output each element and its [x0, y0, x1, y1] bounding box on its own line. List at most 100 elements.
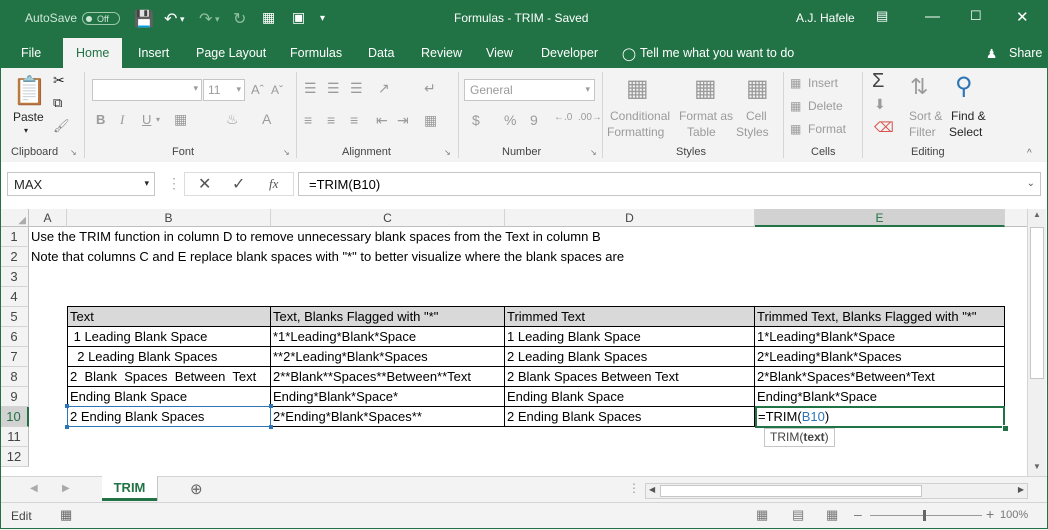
table-cell[interactable]: Ending*Blank*Space* — [271, 387, 505, 407]
table-cell[interactable]: 2 Blank Spaces Between Text — [68, 367, 271, 387]
column-header-b[interactable]: B — [67, 209, 271, 227]
font-size-box[interactable]: 11 ▾ — [203, 79, 245, 101]
number-format-box[interactable]: General ▾ — [464, 79, 595, 101]
table-cell[interactable]: 2**Blank**Spaces**Between**Text — [271, 367, 505, 387]
font-size-dropdown-icon[interactable]: ▾ — [236, 84, 241, 95]
tab-formulas[interactable]: Formulas — [290, 46, 342, 60]
autosum-icon[interactable]: Σ — [872, 70, 884, 93]
row-header-4[interactable]: 4 — [0, 287, 29, 307]
row-header-8[interactable]: 8 — [0, 367, 29, 387]
table-cell[interactable]: 2 Leading Blank Spaces — [68, 347, 271, 367]
refresh-icon[interactable]: ↻ — [233, 9, 246, 29]
row-header-3[interactable]: 3 — [0, 267, 29, 287]
underline-button[interactable]: U — [142, 112, 151, 127]
save-icon[interactable]: 💾 — [134, 9, 154, 29]
formula-bar-grip-icon[interactable]: ⋮ — [167, 175, 181, 192]
shrink-font-icon[interactable]: Aˇ — [271, 83, 283, 97]
user-name[interactable]: A.J. Hafele — [796, 11, 855, 25]
name-box-dropdown-icon[interactable]: ▾ — [144, 178, 149, 189]
normal-view-icon[interactable]: ▦ — [756, 507, 768, 523]
paste-icon[interactable]: 📋 — [12, 74, 47, 107]
cut-icon[interactable]: ✂ — [53, 72, 65, 89]
horizontal-scroll-thumb[interactable] — [660, 485, 922, 497]
zoom-slider-thumb[interactable] — [923, 510, 926, 521]
decrease-indent-icon[interactable]: ⇤ — [376, 112, 388, 129]
comma-button[interactable]: 9 — [530, 112, 538, 128]
form-icon[interactable]: ▣ — [292, 9, 305, 26]
close-icon[interactable]: ✕ — [1016, 8, 1029, 26]
conditional-formatting-icon[interactable]: ▦ — [626, 74, 649, 103]
conditional-formatting-label[interactable]: Conditional — [610, 109, 670, 123]
select-all-corner[interactable]: ◢ — [0, 209, 29, 227]
paste-button[interactable]: Paste — [13, 110, 44, 124]
table-cell[interactable]: 2*Ending*Blank*Spaces** — [271, 407, 505, 427]
number-launcher-icon[interactable]: ↘ — [590, 148, 597, 157]
tab-view[interactable]: View — [486, 46, 513, 60]
add-sheet-icon[interactable]: ⊕ — [190, 480, 203, 498]
table-cell[interactable]: 1 Leading Blank Space — [68, 327, 271, 347]
row-header-5[interactable]: 5 — [0, 307, 29, 327]
column-header-c[interactable]: C — [271, 209, 505, 227]
clear-icon[interactable]: ⌫ — [874, 119, 894, 136]
ref-handle[interactable] — [269, 404, 273, 408]
name-box[interactable]: MAX ▾ — [7, 172, 155, 196]
increase-indent-icon[interactable]: ⇥ — [397, 112, 409, 129]
alignment-launcher-icon[interactable]: ↘ — [444, 148, 451, 157]
scroll-down-icon[interactable]: ▼ — [1033, 462, 1041, 471]
enter-icon[interactable]: ✓ — [232, 174, 245, 194]
redo-icon[interactable]: ↷ — [199, 9, 212, 29]
table-cell[interactable]: 2 Blank Spaces Between Text — [505, 367, 755, 387]
sort-filter-label2[interactable]: Filter — [909, 125, 936, 139]
active-cell-e10[interactable]: =TRIM(B10) — [755, 406, 1005, 428]
ref-handle[interactable] — [269, 425, 273, 429]
table-cell[interactable]: **2*Leading*Blank*Spaces — [271, 347, 505, 367]
tab-developer[interactable]: Developer — [541, 46, 598, 60]
delete-cells-button[interactable]: Delete — [808, 99, 843, 113]
tab-file[interactable]: File — [21, 46, 41, 60]
zoom-slider[interactable] — [870, 515, 982, 516]
italic-button[interactable]: I — [120, 112, 124, 128]
tell-me-input[interactable]: Tell me what you want to do — [640, 46, 794, 60]
tab-page-layout[interactable]: Page Layout — [196, 46, 266, 60]
font-color-icon[interactable]: A — [262, 111, 271, 127]
tooltip-arg[interactable]: text — [803, 430, 824, 444]
customize-qat-icon[interactable]: ▾ — [320, 13, 325, 24]
grow-font-icon[interactable]: Aˆ — [251, 82, 264, 97]
vertical-scroll-thumb[interactable] — [1030, 227, 1044, 379]
percent-button[interactable]: % — [504, 112, 516, 128]
align-top-icon[interactable]: ☰ — [304, 80, 317, 97]
row-header-7[interactable]: 7 — [0, 347, 29, 367]
table-header-cell[interactable]: Text — [68, 307, 271, 327]
format-cells-icon[interactable]: ▦ — [790, 122, 801, 136]
tab-split-grip-icon[interactable]: ⋮ — [628, 481, 640, 495]
zoom-level[interactable]: 100% — [1000, 509, 1028, 521]
underline-dropdown-icon[interactable]: ▾ — [156, 115, 160, 124]
delete-cells-icon[interactable]: ▦ — [790, 99, 801, 113]
fill-color-icon[interactable]: ♨ — [226, 111, 239, 128]
table-cell[interactable]: 2 Leading Blank Spaces — [505, 347, 755, 367]
zoom-out-icon[interactable]: – — [854, 506, 862, 522]
cell-a2[interactable]: Note that columns C and E replace blank … — [29, 247, 624, 267]
align-right-icon[interactable]: ≡ — [350, 112, 358, 128]
row-header-12[interactable]: 12 — [0, 447, 29, 467]
table-cell[interactable]: Ending Blank Space — [505, 387, 755, 407]
bold-button[interactable]: B — [96, 112, 105, 127]
table-cell[interactable]: Ending*Blank*Space — [755, 387, 1005, 407]
table-cell[interactable]: 2 Ending Blank Spaces — [505, 407, 755, 427]
orientation-icon[interactable]: ↗ — [378, 80, 390, 97]
insert-cells-button[interactable]: Insert — [808, 76, 838, 90]
insert-cells-icon[interactable]: ▦ — [790, 76, 801, 90]
column-header-d[interactable]: D — [505, 209, 755, 227]
trim-icon[interactable]: ▦ — [262, 9, 275, 26]
undo-dropdown-icon[interactable]: ▾ — [180, 14, 185, 25]
row-header-10[interactable]: 10 — [0, 407, 29, 427]
clipboard-launcher-icon[interactable]: ↘ — [70, 148, 77, 157]
align-left-icon[interactable]: ≡ — [304, 112, 312, 128]
scroll-up-icon[interactable]: ▲ — [1033, 210, 1041, 219]
maximize-icon[interactable]: ☐ — [970, 8, 982, 24]
find-select-label2[interactable]: Select — [949, 125, 982, 139]
scroll-left-icon[interactable]: ◀ — [649, 485, 655, 494]
ribbon-display-icon[interactable]: ▤ — [876, 8, 888, 24]
row-header-2[interactable]: 2 — [0, 247, 29, 267]
table-cell[interactable]: Ending Blank Space — [68, 387, 271, 407]
